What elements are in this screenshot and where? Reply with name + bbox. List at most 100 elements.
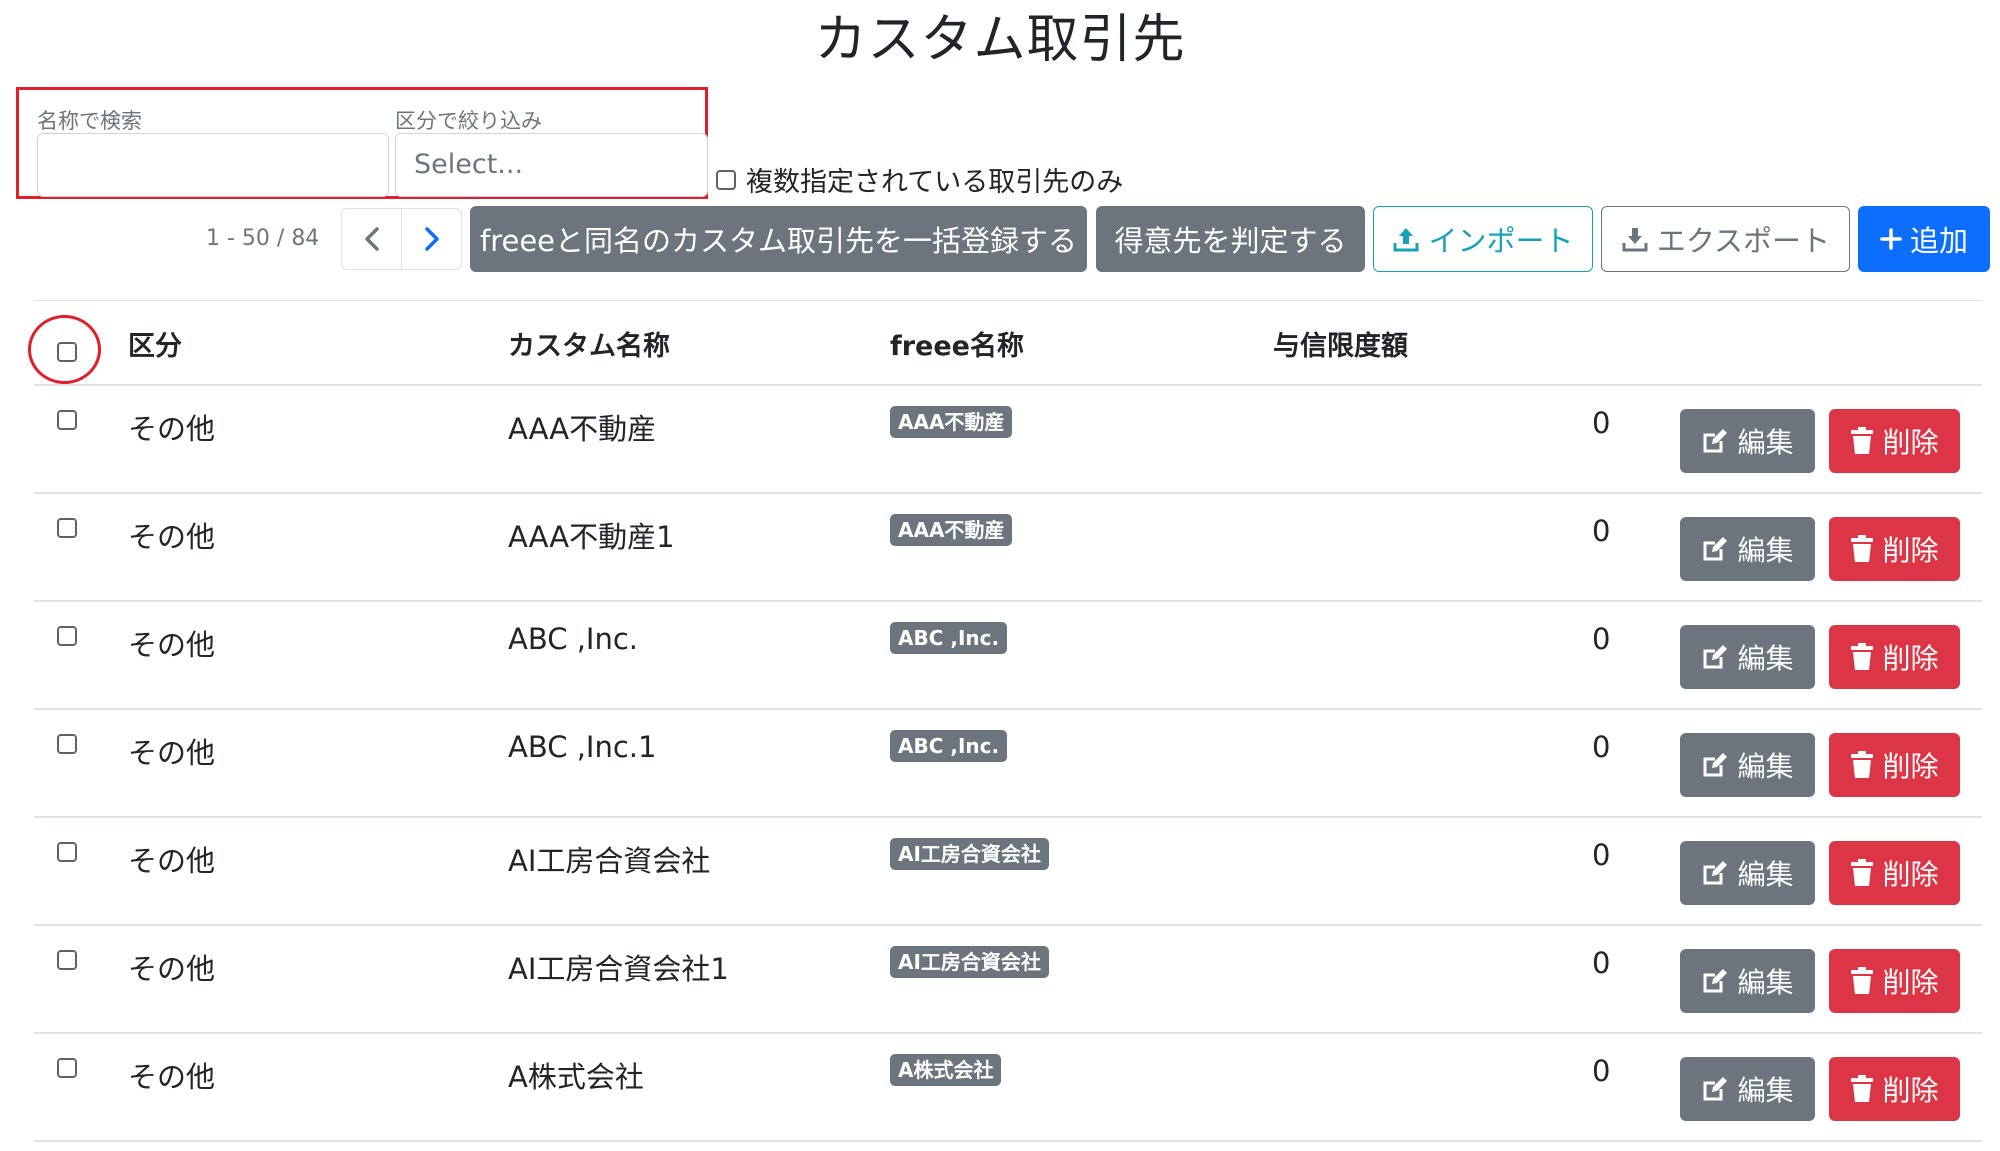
table-top-divider (34, 300, 1982, 301)
delete-label: 削除 (1882, 966, 1939, 999)
select-all-checkbox[interactable] (57, 342, 77, 362)
multi-assigned-checkbox[interactable] (716, 169, 736, 190)
category-select[interactable]: Select... (395, 133, 708, 197)
table-row: その他 A株式会社 A株式会社 0 編集 削除 (0, 1034, 2000, 1142)
row-credit-limit: 0 (1592, 622, 1611, 656)
row-freee-name-badge: ABC ,Inc. (890, 730, 1008, 762)
row-checkbox[interactable] (57, 842, 77, 862)
multi-assigned-label: 複数指定されている取引先のみ (746, 167, 1124, 198)
delete-button[interactable]: 削除 (1829, 517, 1960, 581)
row-credit-limit: 0 (1592, 406, 1611, 440)
search-input[interactable] (37, 133, 389, 197)
export-button[interactable]: エクスポート (1601, 206, 1850, 272)
row-credit-limit: 0 (1592, 838, 1611, 872)
row-custom-name: ABC ,Inc.1 (508, 730, 657, 764)
download-icon (1622, 228, 1648, 252)
bulk-register-label: freeeと同名のカスタム取引先を一括登録する (479, 224, 1078, 258)
row-custom-name: AI工房合資会社1 (508, 952, 729, 986)
edit-button[interactable]: 編集 (1680, 409, 1815, 473)
judge-customer-label: 得意先を判定する (1114, 224, 1347, 258)
row-freee-name-badge: AI工房合資会社 (890, 838, 1049, 870)
table-row: その他 AI工房合資会社 AI工房合資会社 0 編集 削除 (0, 818, 2000, 926)
trash-icon (1851, 751, 1874, 778)
edit-button[interactable]: 編集 (1680, 841, 1815, 905)
row-freee-name-badge: AAA不動産 (890, 514, 1013, 546)
edit-icon (1703, 861, 1728, 885)
edit-button[interactable]: 編集 (1680, 949, 1815, 1013)
edit-button[interactable]: 編集 (1680, 517, 1815, 581)
export-label: エクスポート (1656, 224, 1831, 258)
chevron-right-icon (424, 227, 439, 251)
delete-label: 削除 (1882, 426, 1939, 459)
row-credit-limit: 0 (1592, 514, 1611, 548)
edit-label: 編集 (1737, 642, 1794, 675)
edit-label: 編集 (1737, 858, 1794, 891)
trash-icon (1851, 859, 1874, 886)
edit-label: 編集 (1737, 534, 1794, 567)
row-credit-limit: 0 (1592, 730, 1611, 764)
table-row: その他 AAA不動産 AAA不動産 0 編集 削除 (0, 386, 2000, 494)
row-checkbox[interactable] (57, 626, 77, 646)
edit-label: 編集 (1737, 426, 1794, 459)
row-freee-name-badge: AAA不動産 (890, 406, 1013, 438)
edit-label: 編集 (1737, 750, 1794, 783)
filter-panel: 名称で検索 区分で絞り込み Select... (16, 87, 708, 199)
judge-customer-button[interactable]: 得意先を判定する (1096, 206, 1365, 272)
delete-button[interactable]: 削除 (1829, 949, 1960, 1013)
delete-label: 削除 (1882, 750, 1939, 783)
plus-icon (1880, 228, 1902, 250)
row-checkbox[interactable] (57, 1058, 77, 1078)
row-checkbox[interactable] (57, 950, 77, 970)
row-freee-name-badge: ABC ,Inc. (890, 622, 1008, 654)
bulk-register-button[interactable]: freeeと同名のカスタム取引先を一括登録する (470, 206, 1087, 272)
pagination-count: 1 - 50 / 84 (206, 226, 320, 251)
row-category: その他 (128, 736, 216, 770)
upload-icon (1393, 228, 1419, 252)
trash-icon (1851, 535, 1874, 562)
pagination (341, 208, 462, 270)
next-page-button[interactable] (401, 209, 461, 269)
edit-icon (1703, 429, 1728, 453)
custom-partners-page: カスタム取引先 名称で検索 区分で絞り込み Select... 複数指定されてい… (0, 0, 2000, 1151)
edit-icon (1703, 1077, 1728, 1101)
row-checkbox[interactable] (57, 518, 77, 538)
row-checkbox[interactable] (57, 734, 77, 754)
col-header-custom-name[interactable]: カスタム名称 (508, 324, 670, 363)
prev-page-button[interactable] (342, 209, 401, 269)
category-filter-label: 区分で絞り込み (395, 109, 542, 133)
delete-button[interactable]: 削除 (1829, 409, 1960, 473)
delete-button[interactable]: 削除 (1829, 733, 1960, 797)
chevron-left-icon (364, 227, 379, 251)
multi-assigned-filter: 複数指定されている取引先のみ (716, 160, 1123, 199)
edit-icon (1703, 537, 1728, 561)
delete-button[interactable]: 削除 (1829, 625, 1960, 689)
edit-button[interactable]: 編集 (1680, 1057, 1815, 1121)
delete-button[interactable]: 削除 (1829, 841, 1960, 905)
trash-icon (1851, 427, 1874, 454)
edit-label: 編集 (1737, 1074, 1794, 1107)
row-custom-name: AAA不動産 (508, 412, 657, 446)
col-header-credit-limit[interactable]: 与信限度額 (1273, 324, 1408, 363)
table-row: その他 ABC ,Inc.1 ABC ,Inc. 0 編集 削除 (0, 710, 2000, 818)
col-header-category[interactable]: 区分 (128, 324, 182, 363)
row-category: その他 (128, 628, 216, 662)
row-custom-name: AI工房合資会社 (508, 844, 711, 878)
add-button[interactable]: 追加 (1858, 206, 1990, 272)
row-category: その他 (128, 520, 216, 554)
row-checkbox[interactable] (57, 410, 77, 430)
row-custom-name: ABC ,Inc. (508, 622, 639, 656)
add-label: 追加 (1909, 224, 1968, 258)
delete-button[interactable]: 削除 (1829, 1057, 1960, 1121)
row-category: その他 (128, 412, 216, 446)
delete-label: 削除 (1882, 858, 1939, 891)
col-header-freee-name[interactable]: freee名称 (890, 324, 1024, 363)
delete-label: 削除 (1882, 534, 1939, 567)
row-category: その他 (128, 1060, 216, 1094)
edit-button[interactable]: 編集 (1680, 625, 1815, 689)
search-label: 名称で検索 (37, 109, 142, 133)
edit-icon (1703, 753, 1728, 777)
import-button[interactable]: インポート (1373, 206, 1593, 272)
table-row: その他 ABC ,Inc. ABC ,Inc. 0 編集 削除 (0, 602, 2000, 710)
edit-label: 編集 (1737, 966, 1794, 999)
edit-button[interactable]: 編集 (1680, 733, 1815, 797)
